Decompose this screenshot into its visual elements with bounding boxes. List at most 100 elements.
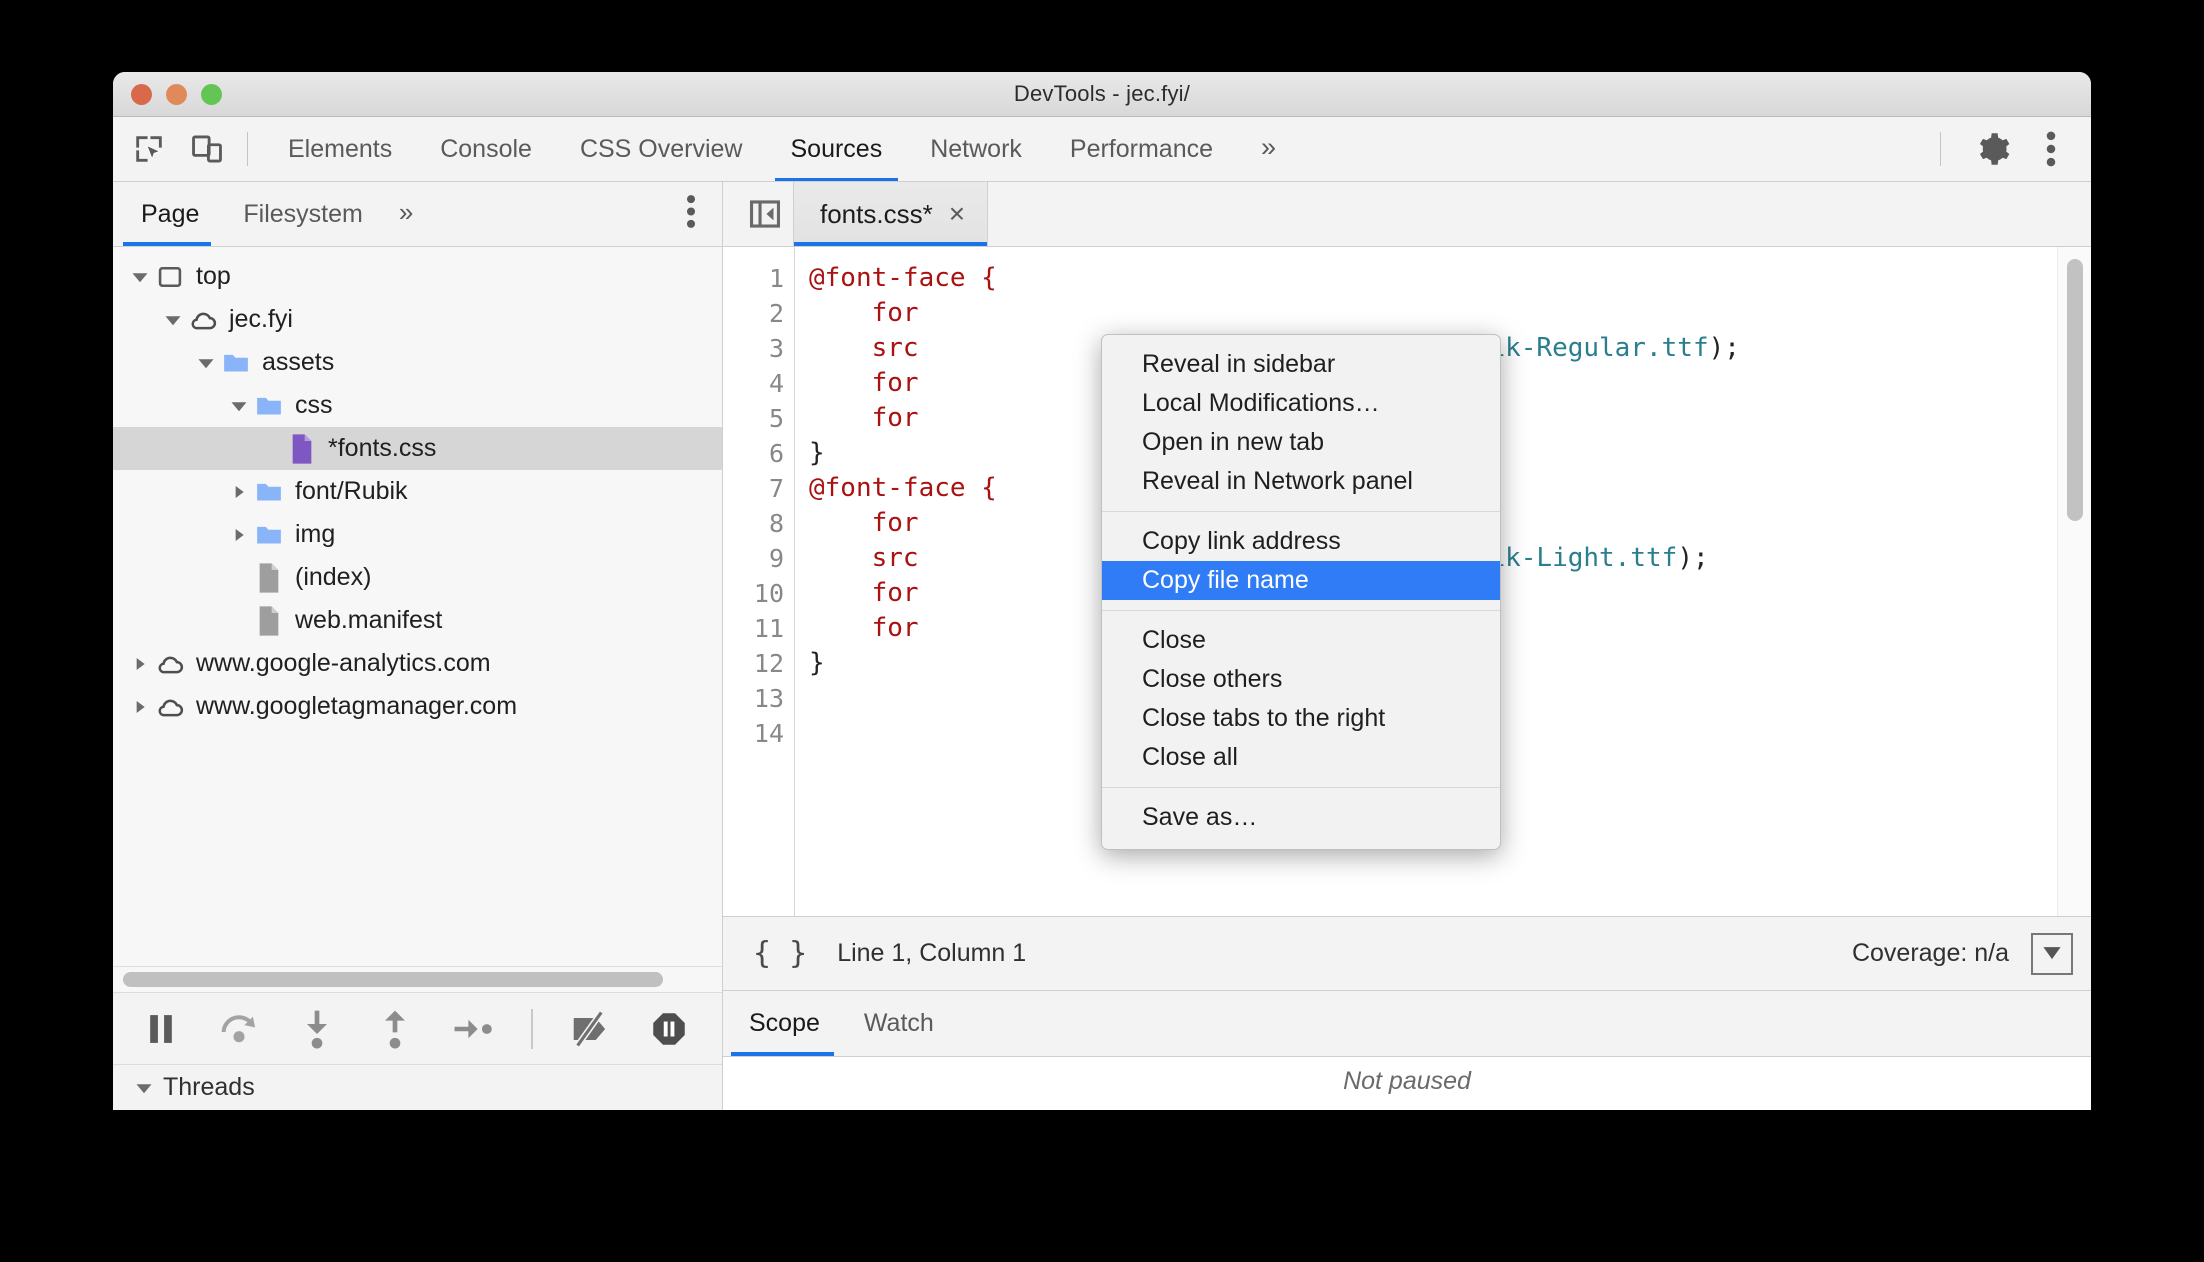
minimize-window-button[interactable] (166, 83, 187, 105)
folder-icon (219, 348, 253, 378)
deactivate-breakpoints-icon[interactable] (565, 1003, 617, 1055)
more-options-icon[interactable] (2029, 127, 2073, 171)
pause-on-exceptions-icon[interactable] (643, 1003, 695, 1055)
tab-console[interactable]: Console (416, 117, 556, 181)
more-panels-icon[interactable]: » (1237, 132, 1296, 167)
tab-network[interactable]: Network (906, 117, 1046, 181)
more-navigator-tabs-icon[interactable]: » (385, 197, 421, 232)
not-paused-message: Not paused (1343, 1067, 1471, 1095)
twisty-right-icon[interactable] (226, 527, 252, 543)
menu-item-reveal-in-network-panel[interactable]: Reveal in Network panel (1102, 462, 1500, 501)
zoom-window-button[interactable] (201, 83, 222, 105)
tree-item-css[interactable]: css (113, 384, 722, 427)
line-number: 2 (768, 299, 784, 328)
navigator-tab-page[interactable]: Page (113, 182, 221, 246)
line-number: 7 (768, 474, 784, 503)
doc-icon (252, 562, 286, 594)
tab-elements[interactable]: Elements (264, 117, 416, 181)
tab-sources[interactable]: Sources (767, 117, 907, 181)
menu-item-label: Close all (1142, 743, 1238, 771)
twisty-down-icon[interactable] (160, 311, 186, 329)
cursor-position: Line 1, Column 1 (837, 939, 1027, 967)
line-number: 6 (768, 439, 784, 468)
debugger-sidebar: Scope Watch Not paused (723, 990, 2091, 1110)
device-toolbar-icon[interactable] (185, 127, 229, 171)
close-icon[interactable]: × (949, 200, 965, 228)
menu-item-copy-file-name[interactable]: Copy file name (1102, 561, 1500, 600)
tree-item-label: www.google-analytics.com (196, 649, 491, 677)
cloud-icon (153, 649, 187, 679)
menu-item-close[interactable]: Close (1102, 621, 1500, 660)
menu-item-local-modifications[interactable]: Local Modifications… (1102, 384, 1500, 423)
menu-item-close-all[interactable]: Close all (1102, 738, 1500, 777)
code-token: } (809, 648, 825, 678)
tab-label: Network (930, 134, 1022, 163)
code-token: ); (1708, 333, 1740, 363)
tree-item-web-manifest[interactable]: web.manifest (113, 599, 722, 642)
navigator-tab-label: Filesystem (243, 199, 363, 228)
pretty-print-button[interactable]: { } (745, 936, 815, 971)
menu-item-close-others[interactable]: Close others (1102, 660, 1500, 699)
scope-content: Not paused (723, 1057, 2091, 1110)
tree-item-assets[interactable]: assets (113, 341, 722, 384)
scrollbar-thumb[interactable] (123, 972, 663, 987)
gear-icon[interactable] (1971, 127, 2015, 171)
menu-item-save-as[interactable]: Save as… (1102, 798, 1500, 837)
tree-item-label: *fonts.css (328, 434, 437, 462)
scrollbar-thumb[interactable] (2066, 259, 2083, 521)
step-over-icon[interactable] (213, 1003, 265, 1055)
editor-tab-context-menu[interactable]: Reveal in sidebar Local Modifications… O… (1101, 334, 1501, 850)
twisty-right-icon[interactable] (127, 656, 153, 672)
line-number: 14 (753, 719, 784, 748)
twisty-down-icon[interactable] (127, 268, 153, 286)
tree-item-font-rubik[interactable]: font/Rubik (113, 470, 722, 513)
tree-item-index[interactable]: (index) (113, 556, 722, 599)
toolbar-divider-right (1940, 132, 1941, 166)
pause-script-execution-icon[interactable] (135, 1003, 187, 1055)
tab-scope[interactable]: Scope (723, 991, 842, 1056)
navigator-more-options-icon[interactable] (686, 195, 696, 234)
threads-section[interactable]: Threads (113, 1064, 722, 1110)
collapse-sidebar-icon[interactable] (737, 197, 793, 231)
file-tree: top jec.fyi assets css *fonts.css font/R… (113, 247, 722, 966)
editor-tab-label: fonts.css* (820, 198, 933, 229)
tree-item-top[interactable]: top (113, 255, 722, 298)
tab-css-overview[interactable]: CSS Overview (556, 117, 767, 181)
menu-item-copy-link-address[interactable]: Copy link address (1102, 522, 1500, 561)
folder-icon (252, 520, 286, 550)
popout-drawer-icon[interactable] (2031, 932, 2073, 975)
inspect-element-icon[interactable] (127, 127, 171, 171)
tab-label: Performance (1069, 134, 1214, 163)
menu-item-open-in-new-tab[interactable]: Open in new tab (1102, 423, 1500, 462)
twisty-right-icon[interactable] (127, 699, 153, 715)
screenshot-stage: DevTools - jec.fyi/ Elements Console CSS… (0, 0, 2204, 1262)
tree-item-jec-fyi[interactable]: jec.fyi (113, 298, 722, 341)
editor-vertical-scrollbar[interactable] (2057, 247, 2091, 916)
step-out-icon[interactable] (369, 1003, 421, 1055)
tab-watch[interactable]: Watch (842, 991, 956, 1056)
navigator-tab-filesystem[interactable]: Filesystem (221, 182, 384, 246)
code-token: for (809, 613, 919, 643)
step-icon[interactable] (447, 1003, 499, 1055)
devtools-main-toolbar: Elements Console CSS Overview Sources Ne… (113, 117, 2091, 182)
tree-item-img[interactable]: img (113, 513, 722, 556)
menu-item-label: Save as… (1142, 803, 1258, 831)
tree-item-fonts-css[interactable]: *fonts.css (113, 427, 722, 470)
menu-item-label: Reveal in sidebar (1142, 350, 1336, 378)
code-token: for (809, 368, 919, 398)
editor-tab-fonts-css[interactable]: fonts.css* × (793, 182, 989, 246)
tree-item-google-analytics[interactable]: www.google-analytics.com (113, 642, 722, 685)
twisty-right-icon[interactable] (226, 484, 252, 500)
navigator-horizontal-scrollbar[interactable] (113, 966, 722, 992)
line-number: 13 (753, 684, 784, 713)
tree-item-googletagmanager[interactable]: www.googletagmanager.com (113, 685, 722, 728)
menu-item-close-tabs-to-the-right[interactable]: Close tabs to the right (1102, 699, 1500, 738)
line-number: 3 (768, 334, 784, 363)
twisty-down-icon[interactable] (226, 397, 252, 415)
step-into-icon[interactable] (291, 1003, 343, 1055)
close-window-button[interactable] (131, 83, 152, 105)
tab-performance[interactable]: Performance (1046, 117, 1237, 181)
twisty-down-icon[interactable] (135, 1079, 153, 1097)
twisty-down-icon[interactable] (193, 354, 219, 372)
menu-item-reveal-in-sidebar[interactable]: Reveal in sidebar (1102, 345, 1500, 384)
